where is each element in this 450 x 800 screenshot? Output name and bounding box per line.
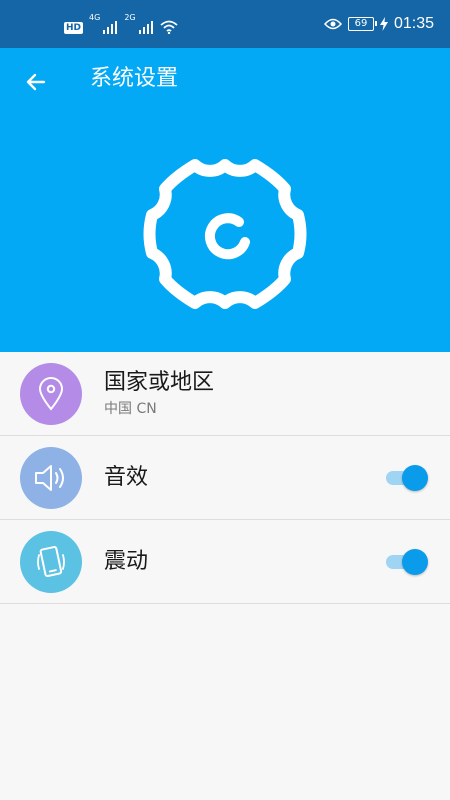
status-right-group: 69 01:35 [323, 13, 434, 35]
vibrate-phone-icon [37, 546, 65, 578]
status-bar: HD 4G 2G 69 01:35 [0, 0, 450, 48]
eye-icon [323, 18, 342, 30]
charging-icon [379, 17, 388, 31]
location-pin-icon [38, 377, 64, 411]
arrow-left-icon [26, 73, 46, 91]
settings-list: 国家或地区 中国 CN 音效 震动 [0, 352, 450, 604]
vibration-toggle[interactable] [384, 549, 428, 575]
vibration-toggle-knob [402, 549, 428, 575]
signal-bars-icon [138, 21, 153, 34]
sound-toggle[interactable] [384, 465, 428, 491]
sound-toggle-knob [402, 465, 428, 491]
setting-vibration-title: 震动 [104, 549, 149, 574]
hd-badge: HD [64, 22, 84, 34]
network-type-label: 2G [124, 13, 136, 22]
setting-region-title: 国家或地区 [104, 370, 215, 395]
setting-region-value: 中国 CN [104, 401, 157, 417]
battery-icon: 69 [347, 17, 377, 31]
battery-level: 69 [354, 18, 368, 29]
back-button[interactable] [18, 64, 54, 100]
vibration-icon-circle [20, 531, 82, 593]
wifi-icon [160, 20, 178, 34]
status-left-group: HD 4G 2G [64, 14, 178, 34]
header: 系统设置 [0, 48, 450, 352]
setting-sound[interactable]: 音效 [0, 436, 450, 520]
network-type-label: 4G [89, 13, 101, 22]
sound-icon-circle [20, 447, 82, 509]
setting-region[interactable]: 国家或地区 中国 CN [0, 352, 450, 436]
speaker-icon [35, 465, 64, 491]
setting-sound-title: 音效 [104, 465, 149, 490]
signal-bars-icon [103, 21, 118, 34]
region-icon-circle [20, 363, 82, 425]
gear-icon [143, 159, 307, 309]
page-title: 系统设置 [90, 66, 179, 91]
setting-vibration[interactable]: 震动 [0, 520, 450, 604]
status-time: 01:35 [393, 15, 434, 32]
